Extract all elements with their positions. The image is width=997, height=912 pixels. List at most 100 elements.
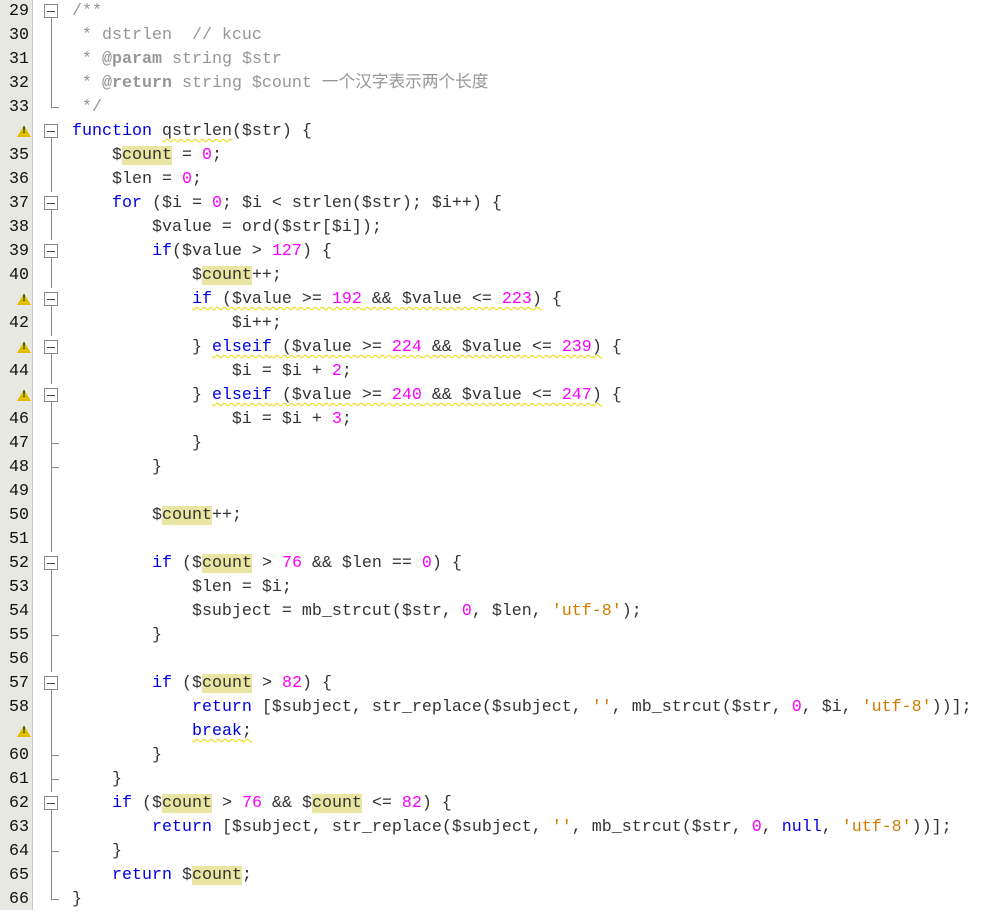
code-text[interactable]: $count = 0; <box>72 144 222 168</box>
code-line[interactable]: 29 /** <box>0 0 997 24</box>
code-text[interactable]: return $count; <box>72 864 252 888</box>
fold-collapse-icon[interactable] <box>44 292 58 306</box>
fold-collapse-icon[interactable] <box>44 244 58 258</box>
code-text[interactable]: $i = $i + 2; <box>72 360 352 384</box>
warning-icon[interactable] <box>17 293 31 305</box>
code-text[interactable]: * @param string $str <box>72 48 282 72</box>
code-line[interactable]: 49 <box>0 480 997 504</box>
code-text[interactable]: } <box>72 624 162 648</box>
code-line[interactable]: 42 $i++; <box>0 312 997 336</box>
code-text[interactable]: return [$subject, str_replace($subject, … <box>72 696 972 720</box>
code-line[interactable]: 38 $value = ord($str[$i]); <box>0 216 997 240</box>
code-text[interactable]: } <box>72 456 162 480</box>
warning-icon[interactable] <box>17 389 31 401</box>
code-line[interactable]: } elseif ($value >= 240 && $value <= 247… <box>0 384 997 408</box>
code-text[interactable]: /** <box>72 0 102 24</box>
warning-icon[interactable] <box>17 125 31 137</box>
code-text[interactable]: } <box>72 744 162 768</box>
code-text[interactable]: if ($count > 82) { <box>72 672 332 696</box>
code-line[interactable]: 40 $count++; <box>0 264 997 288</box>
code-text[interactable]: * dstrlen // kcuc <box>72 24 262 48</box>
fold-collapse-icon[interactable] <box>44 124 58 138</box>
code-line[interactable]: 60 } <box>0 744 997 768</box>
code-line[interactable]: 30 * dstrlen // kcuc <box>0 24 997 48</box>
code-line[interactable]: 47 } <box>0 432 997 456</box>
code-line[interactable]: 66} <box>0 888 997 912</box>
code-text[interactable]: function qstrlen($str) { <box>72 120 312 144</box>
code-line[interactable]: 64 } <box>0 840 997 864</box>
code-line[interactable]: 54 $subject = mb_strcut($str, 0, $len, '… <box>0 600 997 624</box>
fold-collapse-icon[interactable] <box>44 388 58 402</box>
code-text[interactable]: } <box>72 888 82 912</box>
code-line[interactable]: 61 } <box>0 768 997 792</box>
fold-guide <box>51 24 52 48</box>
code-text[interactable]: } elseif ($value >= 224 && $value <= 239… <box>72 336 622 360</box>
code-line[interactable]: 39 if($value > 127) { <box>0 240 997 264</box>
fold-guide <box>51 168 52 192</box>
code-text[interactable]: } <box>72 768 122 792</box>
fold-collapse-icon[interactable] <box>44 4 58 18</box>
code-line[interactable]: } elseif ($value >= 224 && $value <= 239… <box>0 336 997 360</box>
code-line[interactable]: 35 $count = 0; <box>0 144 997 168</box>
code-editor[interactable]: 29 /** 30 * dstrlen // kcuc 31 * @param str… <box>0 0 997 910</box>
highlighted-occurrence: count <box>201 674 252 693</box>
code-text[interactable]: $i++; <box>72 312 282 336</box>
code-text[interactable]: break; <box>72 720 252 744</box>
code-line[interactable]: if ($value >= 192 && $value <= 223) { <box>0 288 997 312</box>
code-line[interactable]: 32 * @return string $count 一个汉字表示两个长度 <box>0 72 997 96</box>
code-line[interactable]: 50 $count++; <box>0 504 997 528</box>
code-line[interactable]: 53 $len = $i; <box>0 576 997 600</box>
code-line[interactable]: 63 return [$subject, str_replace($subjec… <box>0 816 997 840</box>
line-number: 29 <box>9 2 29 21</box>
code-token: ; $i < strlen($str); $i++) { <box>221 194 502 213</box>
code-text[interactable]: return [$subject, str_replace($subject, … <box>72 816 952 840</box>
code-text[interactable]: } elseif ($value >= 240 && $value <= 247… <box>72 384 622 408</box>
warning-icon[interactable] <box>17 341 31 353</box>
code-text[interactable]: $value = ord($str[$i]); <box>72 216 382 240</box>
code-line[interactable]: 52 if ($count > 76 && $len == 0) { <box>0 552 997 576</box>
code-line[interactable]: 37 for ($i = 0; $i < strlen($str); $i++)… <box>0 192 997 216</box>
code-text[interactable]: $count++; <box>72 504 242 528</box>
fold-collapse-icon[interactable] <box>44 796 58 810</box>
fold-collapse-icon[interactable] <box>44 556 58 570</box>
line-number: 65 <box>9 866 29 885</box>
code-text[interactable]: } <box>72 840 122 864</box>
code-text[interactable]: if ($count > 76 && $len == 0) { <box>72 552 462 576</box>
code-text[interactable]: */ <box>72 96 102 120</box>
code-text[interactable]: } <box>72 432 202 456</box>
code-token: ; <box>241 722 252 741</box>
line-number: 62 <box>9 794 29 813</box>
fold-collapse-icon[interactable] <box>44 676 58 690</box>
code-line[interactable]: 33 */ <box>0 96 997 120</box>
code-text[interactable]: $i = $i + 3; <box>72 408 352 432</box>
code-line[interactable]: 62 if ($count > 76 && $count <= 82) { <box>0 792 997 816</box>
code-text[interactable]: if ($value >= 192 && $value <= 223) { <box>72 288 562 312</box>
code-text[interactable]: $len = 0; <box>72 168 202 192</box>
code-line[interactable]: break; <box>0 720 997 744</box>
code-line[interactable]: 56 <box>0 648 997 672</box>
fold-guide <box>51 648 52 672</box>
code-text[interactable]: if ($count > 76 && $count <= 82) { <box>72 792 452 816</box>
code-text[interactable]: for ($i = 0; $i < strlen($str); $i++) { <box>72 192 502 216</box>
code-line[interactable]: 58 return [$subject, str_replace($subjec… <box>0 696 997 720</box>
code-line[interactable]: 36 $len = 0; <box>0 168 997 192</box>
code-line[interactable]: 44 $i = $i + 2; <box>0 360 997 384</box>
code-line[interactable]: 31 * @param string $str <box>0 48 997 72</box>
code-text[interactable]: $count++; <box>72 264 282 288</box>
code-text[interactable]: if($value > 127) { <box>72 240 332 264</box>
code-line[interactable]: 51 <box>0 528 997 552</box>
code-text[interactable]: $subject = mb_strcut($str, 0, $len, 'utf… <box>72 600 642 624</box>
code-line[interactable]: 55 } <box>0 624 997 648</box>
code-line[interactable]: 46 $i = $i + 3; <box>0 408 997 432</box>
code-line[interactable]: 57 if ($count > 82) { <box>0 672 997 696</box>
fold-collapse-icon[interactable] <box>44 196 58 210</box>
code-line[interactable]: 48 } <box>0 456 997 480</box>
code-line[interactable]: 65 return $count; <box>0 864 997 888</box>
code-text[interactable]: * @return string $count 一个汉字表示两个长度 <box>72 72 488 96</box>
fold-end-marker <box>51 107 59 108</box>
warning-icon[interactable] <box>17 725 31 737</box>
fold-collapse-icon[interactable] <box>44 340 58 354</box>
code-line[interactable]: function qstrlen($str) { <box>0 120 997 144</box>
highlighted-occurrence: count <box>201 266 252 285</box>
code-text[interactable]: $len = $i; <box>72 576 292 600</box>
